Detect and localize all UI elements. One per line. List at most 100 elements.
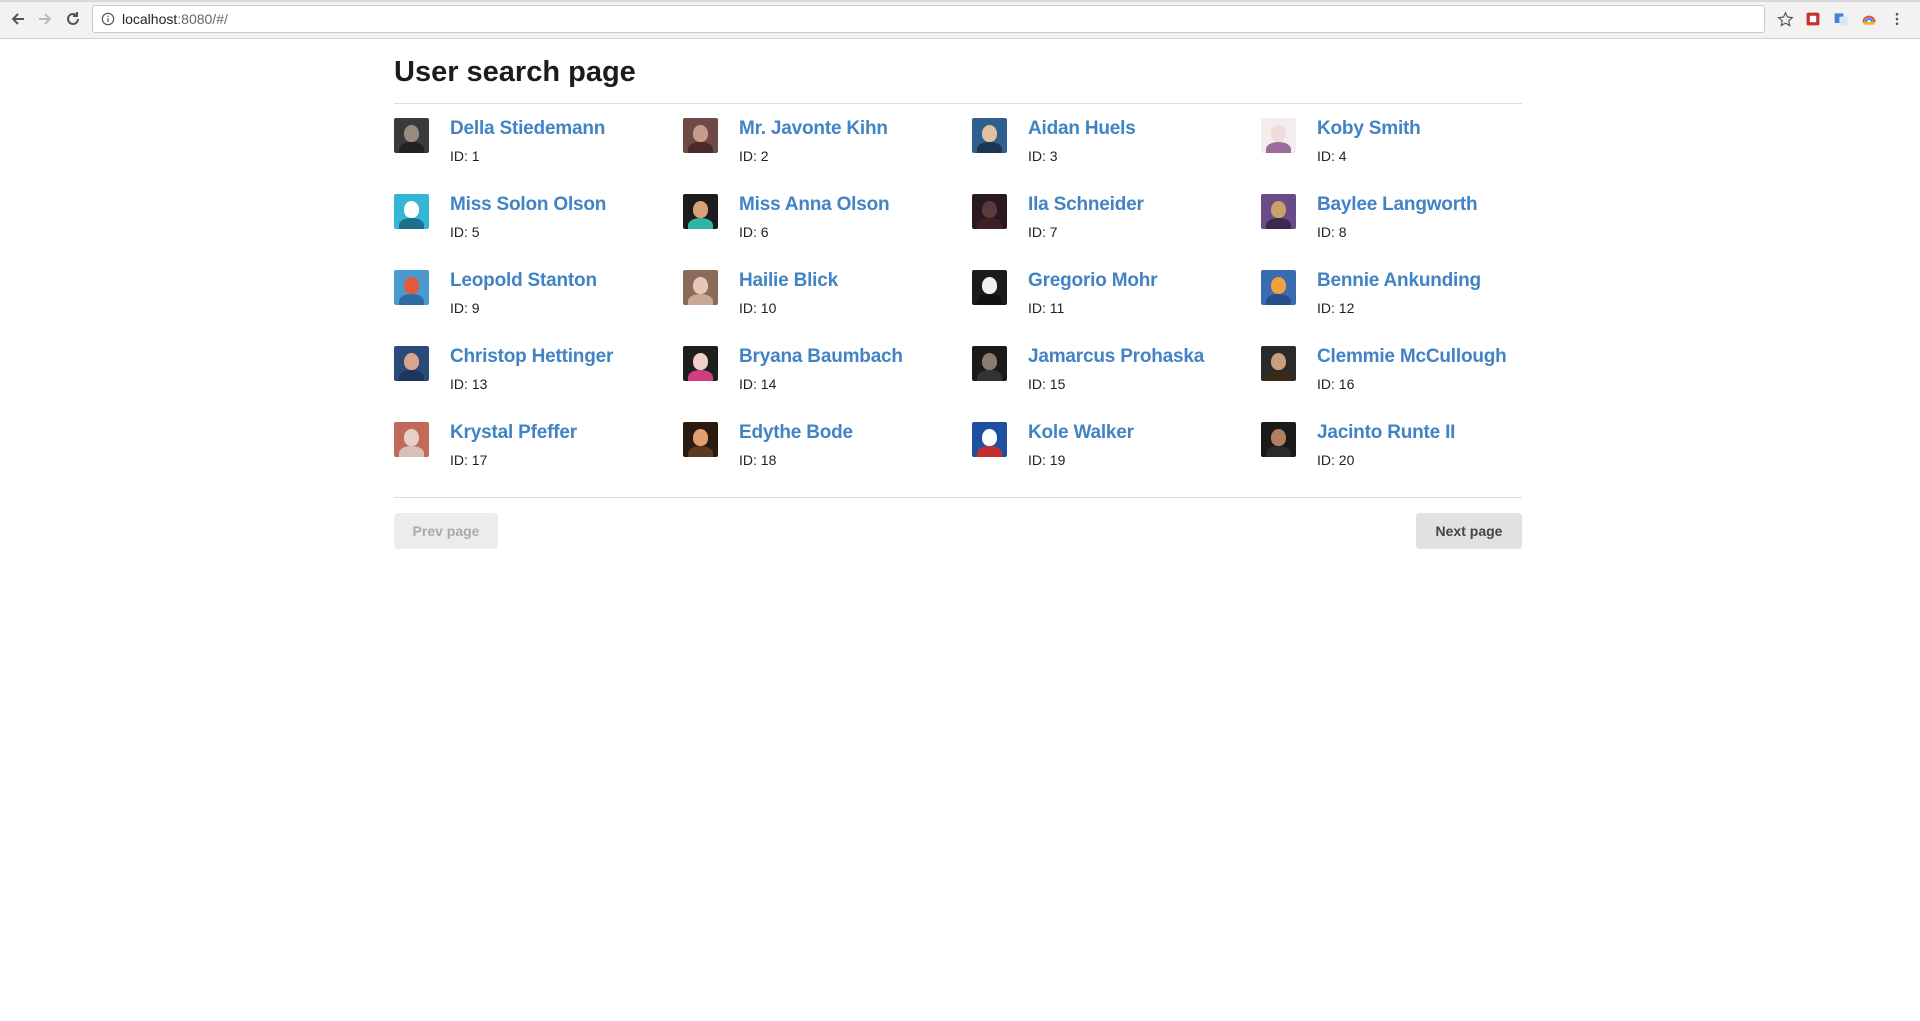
avatar[interactable] <box>394 270 429 305</box>
user-name-link[interactable]: Koby Smith <box>1317 118 1421 140</box>
user-card: Della Stiedemann ID: 1 <box>394 118 683 194</box>
user-name-link[interactable]: Gregorio Mohr <box>1028 270 1158 292</box>
avatar[interactable] <box>683 270 718 305</box>
user-name-link[interactable]: Kole Walker <box>1028 422 1134 444</box>
user-info: Jacinto Runte II ID: 20 <box>1317 422 1455 468</box>
avatar[interactable] <box>972 118 1007 153</box>
avatar-face <box>404 125 419 142</box>
user-card: Jamarcus Prohaska ID: 15 <box>972 346 1261 422</box>
user-name-link[interactable]: Miss Anna Olson <box>739 194 890 216</box>
user-info: Clemmie McCullough ID: 16 <box>1317 346 1507 392</box>
avatar[interactable] <box>972 270 1007 305</box>
extension-red-icon[interactable] <box>1803 9 1823 29</box>
rainbow-extension-icon[interactable] <box>1859 9 1879 29</box>
user-id: ID: 20 <box>1317 452 1355 468</box>
star-icon[interactable] <box>1775 9 1795 29</box>
user-card: Bryana Baumbach ID: 14 <box>683 346 972 422</box>
avatar-face <box>1271 429 1286 446</box>
avatar-body <box>399 370 424 381</box>
avatar-body <box>688 142 713 153</box>
user-name-link[interactable]: Mr. Javonte Kihn <box>739 118 888 140</box>
avatar-body <box>1266 294 1291 305</box>
user-name-link[interactable]: Hailie Blick <box>739 270 838 292</box>
avatar[interactable] <box>683 118 718 153</box>
user-id: ID: 8 <box>1317 224 1347 240</box>
avatar[interactable] <box>972 194 1007 229</box>
next-page-button[interactable]: Next page <box>1416 513 1522 549</box>
avatar-face <box>1271 201 1286 218</box>
user-name-link[interactable]: Christop Hettinger <box>450 346 613 368</box>
user-card: Ila Schneider ID: 7 <box>972 194 1261 270</box>
avatar-face <box>404 277 419 294</box>
avatar[interactable] <box>1261 346 1296 381</box>
avatar-face <box>982 125 997 142</box>
avatar-body <box>1266 446 1291 457</box>
user-name-link[interactable]: Clemmie McCullough <box>1317 346 1507 368</box>
user-name-link[interactable]: Krystal Pfeffer <box>450 422 577 444</box>
reload-icon[interactable] <box>61 7 85 31</box>
avatar[interactable] <box>394 118 429 153</box>
user-info: Christop Hettinger ID: 13 <box>450 346 613 392</box>
user-id: ID: 14 <box>739 376 777 392</box>
prev-page-button[interactable]: Prev page <box>394 513 498 549</box>
user-info: Aidan Huels ID: 3 <box>1028 118 1136 164</box>
user-card: Hailie Blick ID: 10 <box>683 270 972 346</box>
user-info: Bennie Ankunding ID: 12 <box>1317 270 1481 316</box>
avatar[interactable] <box>1261 422 1296 457</box>
user-name-link[interactable]: Miss Solon Olson <box>450 194 606 216</box>
url-path: :8080/#/ <box>177 11 228 27</box>
user-card: Miss Anna Olson ID: 6 <box>683 194 972 270</box>
user-id: ID: 10 <box>739 300 777 316</box>
user-id: ID: 11 <box>1028 300 1065 316</box>
avatar-face <box>693 201 708 218</box>
user-card: Jacinto Runte II ID: 20 <box>1261 422 1550 498</box>
user-name-link[interactable]: Edythe Bode <box>739 422 853 444</box>
info-icon[interactable] <box>100 11 116 27</box>
user-name-link[interactable]: Bennie Ankunding <box>1317 270 1481 292</box>
avatar[interactable] <box>394 194 429 229</box>
translate-icon[interactable] <box>1831 9 1851 29</box>
avatar[interactable] <box>972 346 1007 381</box>
avatar-body <box>977 218 1002 229</box>
user-card: Krystal Pfeffer ID: 17 <box>394 422 683 498</box>
user-card: Bennie Ankunding ID: 12 <box>1261 270 1550 346</box>
avatar[interactable] <box>683 194 718 229</box>
back-icon[interactable] <box>6 7 30 31</box>
avatar[interactable] <box>683 346 718 381</box>
user-name-link[interactable]: Bryana Baumbach <box>739 346 903 368</box>
user-card: Clemmie McCullough ID: 16 <box>1261 346 1550 422</box>
user-id: ID: 18 <box>739 452 777 468</box>
avatar-body <box>1266 218 1291 229</box>
user-name-link[interactable]: Leopold Stanton <box>450 270 597 292</box>
avatar[interactable] <box>1261 194 1296 229</box>
user-name-link[interactable]: Ila Schneider <box>1028 194 1144 216</box>
user-name-link[interactable]: Baylee Langworth <box>1317 194 1478 216</box>
user-name-link[interactable]: Jamarcus Prohaska <box>1028 346 1204 368</box>
user-info: Bryana Baumbach ID: 14 <box>739 346 903 392</box>
user-name-link[interactable]: Della Stiedemann <box>450 118 605 140</box>
user-card: Gregorio Mohr ID: 11 <box>972 270 1261 346</box>
avatar-face <box>693 277 708 294</box>
url-host: localhost <box>122 11 178 27</box>
avatar[interactable] <box>972 422 1007 457</box>
avatar-body <box>399 218 424 229</box>
tab-strip <box>0 0 1920 2</box>
user-id: ID: 3 <box>1028 148 1058 164</box>
user-name-link[interactable]: Jacinto Runte II <box>1317 422 1455 444</box>
user-name-link[interactable]: Aidan Huels <box>1028 118 1136 140</box>
avatar[interactable] <box>394 422 429 457</box>
avatar[interactable] <box>1261 118 1296 153</box>
user-id: ID: 15 <box>1028 376 1066 392</box>
address-bar[interactable]: localhost:8080/#/ <box>92 5 1765 33</box>
user-id: ID: 6 <box>739 224 769 240</box>
avatar[interactable] <box>1261 270 1296 305</box>
user-card: Edythe Bode ID: 18 <box>683 422 972 498</box>
pagination: Prev page Next page <box>394 498 1522 558</box>
avatar-body <box>399 446 424 457</box>
forward-icon[interactable] <box>33 7 57 31</box>
avatar-body <box>977 446 1002 457</box>
menu-icon[interactable] <box>1887 9 1907 29</box>
user-card: Aidan Huels ID: 3 <box>972 118 1261 194</box>
avatar[interactable] <box>683 422 718 457</box>
avatar[interactable] <box>394 346 429 381</box>
